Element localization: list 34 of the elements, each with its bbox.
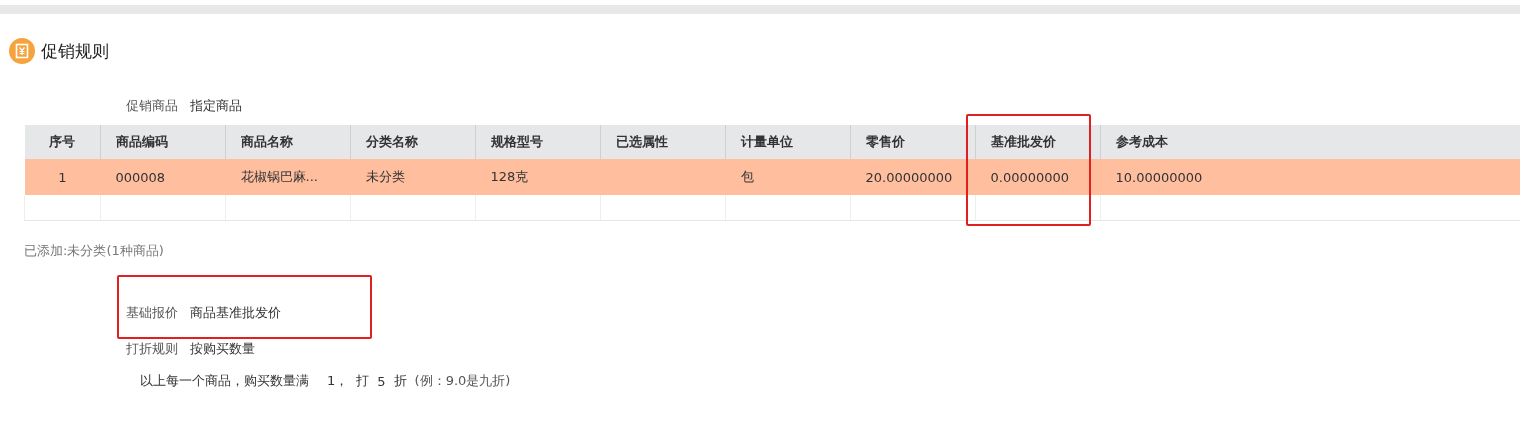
column-header[interactable]: 商品名称 bbox=[225, 125, 351, 159]
table-cell: 20.00000000 bbox=[850, 159, 976, 195]
column-header[interactable]: 零售价 bbox=[850, 125, 976, 159]
column-header[interactable]: 计量单位 bbox=[725, 125, 851, 159]
receipt-icon bbox=[9, 38, 35, 64]
field-label: 基础报价 bbox=[126, 304, 178, 322]
field-label: 打折规则 bbox=[126, 340, 178, 358]
table-cell: 1 bbox=[24, 159, 101, 195]
column-header[interactable]: 基准批发价 bbox=[975, 125, 1101, 159]
rule-text: 折 bbox=[393, 372, 407, 390]
field-value: 指定商品 bbox=[190, 97, 242, 115]
field-value: 商品基准批发价 bbox=[190, 304, 281, 322]
field-value: 按购买数量 bbox=[190, 340, 255, 358]
table-cell: 包 bbox=[725, 159, 851, 195]
discount-value: 5 bbox=[377, 373, 386, 389]
column-header[interactable]: 序号 bbox=[24, 125, 101, 159]
rule-text: 以上每一个商品，购买数量满 bbox=[140, 372, 309, 390]
section-title: 促销规则 bbox=[41, 39, 109, 63]
table-cell: 未分类 bbox=[350, 159, 476, 195]
column-header[interactable]: 已选属性 bbox=[600, 125, 726, 159]
table-cell: 花椒锅巴麻... bbox=[225, 159, 351, 195]
table-cell: 000008 bbox=[100, 159, 226, 195]
column-header[interactable]: 参考成本 bbox=[1100, 125, 1520, 159]
column-header[interactable]: 分类名称 bbox=[350, 125, 476, 159]
column-header[interactable]: 规格型号 bbox=[475, 125, 601, 159]
example-note: (例：9.0是九折) bbox=[414, 372, 511, 390]
rule-text: 打 bbox=[356, 372, 370, 390]
table-cell: 10.00000000 bbox=[1100, 159, 1520, 195]
table-cell: 128克 bbox=[475, 159, 601, 195]
added-note: 已添加:未分类(1种商品) bbox=[24, 242, 165, 260]
quantity-value: 1， bbox=[327, 372, 349, 390]
table-cell: 0.00000000 bbox=[975, 159, 1101, 195]
field-label: 促销商品 bbox=[126, 97, 178, 115]
column-header[interactable]: 商品编码 bbox=[100, 125, 226, 159]
